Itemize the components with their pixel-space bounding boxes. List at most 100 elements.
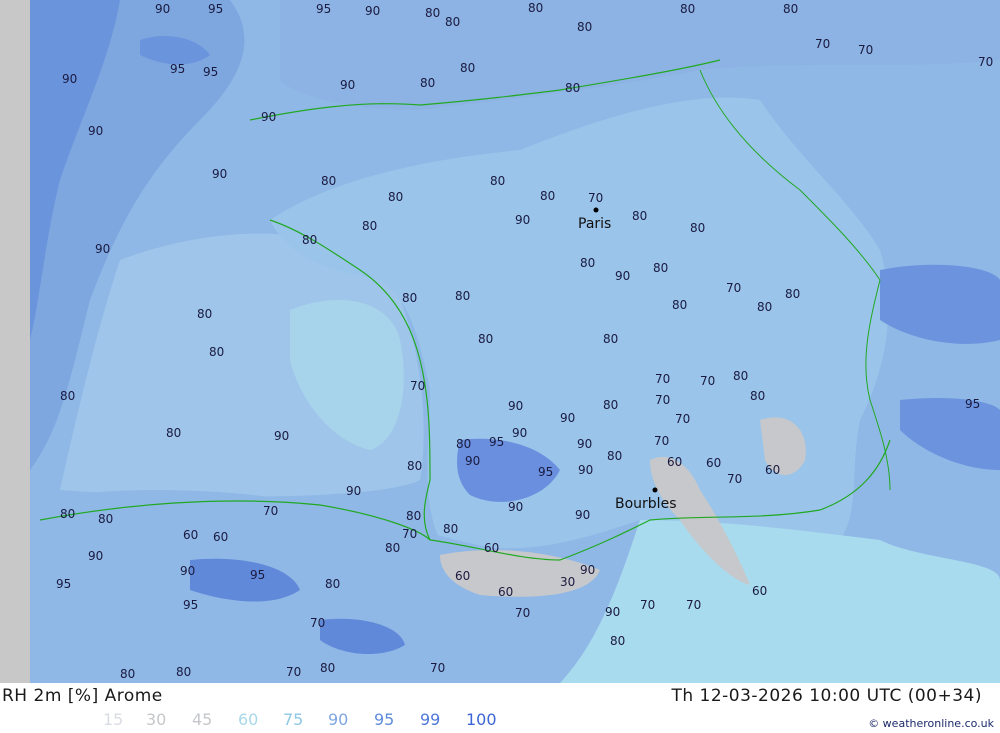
contour-label: 80 (540, 189, 555, 203)
map-frame-left (0, 0, 30, 683)
contour-label: 80 (580, 256, 595, 270)
contour-label: 90 (346, 484, 361, 498)
color-legend: 15 30 45 60 75 90 95 99 100 (0, 710, 700, 730)
contour-label: 80 (565, 81, 580, 95)
contour-label: 90 (605, 605, 620, 619)
contour-label: 70 (402, 527, 417, 541)
contour-label: 80 (321, 174, 336, 188)
contour-label: 80 (420, 76, 435, 90)
contour-label: 60 (667, 455, 682, 469)
contour-label: 80 (425, 6, 440, 20)
contour-label: 95 (316, 2, 331, 16)
contour-label: 90 (88, 549, 103, 563)
legend-item: 95 (374, 710, 395, 729)
contour-label: 95 (170, 62, 185, 76)
city-marker-bourbles (652, 487, 658, 493)
contour-label: 80 (680, 2, 695, 16)
contour-label: 70 (726, 281, 741, 295)
contour-label: 80 (478, 332, 493, 346)
contour-label: 70 (515, 606, 530, 620)
contour-label: 70 (655, 393, 670, 407)
contour-label: 90 (155, 2, 170, 16)
map-footer: RH 2m [%] Arome Th 12-03-2026 10:00 UTC … (0, 683, 1000, 733)
weather-map-page: Paris Bourbles 90 95 95 90 80 80 80 80 80 80 95 95 9… (0, 0, 1000, 733)
legend-item: 15 (103, 710, 124, 729)
contour-label: 80 (672, 298, 687, 312)
contour-label: 80 (455, 289, 470, 303)
contour-label: 70 (588, 191, 603, 205)
contour-label: 90 (88, 124, 103, 138)
contour-label: 70 (858, 43, 873, 57)
contour-label: 60 (484, 541, 499, 555)
contour-label: 80 (460, 61, 475, 75)
contour-label: 70 (640, 598, 655, 612)
contour-label: 90 (212, 167, 227, 181)
contour-label: 80 (443, 522, 458, 536)
legend-item: 45 (192, 710, 213, 729)
contour-label: 95 (203, 65, 218, 79)
contour-label: 90 (577, 437, 592, 451)
map-title: RH 2m [%] Arome (2, 686, 163, 706)
contour-label: 80 (785, 287, 800, 301)
contour-label: 70 (410, 379, 425, 393)
contour-label: 70 (286, 665, 301, 679)
contour-label: 80 (320, 661, 335, 675)
contour-label: 70 (978, 55, 993, 69)
legend-item: 60 (238, 710, 259, 729)
contour-label: 95 (183, 598, 198, 612)
contour-label: 90 (508, 399, 523, 413)
contour-label: 95 (538, 465, 553, 479)
legend-item: 99 (420, 710, 441, 729)
contour-label: 80 (60, 507, 75, 521)
contour-label: 90 (575, 508, 590, 522)
contour-label: 60 (455, 569, 470, 583)
contour-label: 60 (706, 456, 721, 470)
contour-label: 95 (489, 435, 504, 449)
rh-map[interactable]: Paris Bourbles 90 95 95 90 80 80 80 80 80 80 95 95 9… (0, 0, 1000, 683)
contour-label: 70 (686, 598, 701, 612)
contour-label: 90 (515, 213, 530, 227)
credit-link[interactable]: © weatheronline.co.uk (868, 717, 994, 730)
contour-label: 90 (615, 269, 630, 283)
contour-label: 80 (733, 369, 748, 383)
contour-label: 80 (302, 233, 317, 247)
contour-label: 80 (406, 509, 421, 523)
legend-item: 75 (283, 710, 304, 729)
valid-time: Th 12-03-2026 10:00 UTC (00+34) (671, 686, 982, 706)
contour-label: 90 (578, 463, 593, 477)
contour-label: 80 (610, 634, 625, 648)
contour-label: 80 (197, 307, 212, 321)
contour-label: 70 (654, 434, 669, 448)
contour-label: 80 (176, 665, 191, 679)
contour-label: 80 (528, 1, 543, 15)
legend-item: 30 (146, 710, 167, 729)
city-label-paris: Paris (578, 216, 611, 232)
contour-label: 80 (60, 389, 75, 403)
contour-label: 70 (815, 37, 830, 51)
contour-label: 90 (580, 563, 595, 577)
contour-label: 80 (653, 261, 668, 275)
contour-label: 90 (508, 500, 523, 514)
contour-label: 80 (166, 426, 181, 440)
contour-label: 70 (727, 472, 742, 486)
contour-label: 80 (607, 449, 622, 463)
contour-label: 80 (388, 190, 403, 204)
contour-label: 80 (362, 219, 377, 233)
contour-label: 80 (577, 20, 592, 34)
contour-label: 90 (274, 429, 289, 443)
contour-label: 90 (62, 72, 77, 86)
contour-label: 95 (208, 2, 223, 16)
city-label-bourbles: Bourbles (615, 496, 676, 512)
contour-label: 80 (120, 667, 135, 681)
contour-label: 80 (456, 437, 471, 451)
contour-label: 80 (603, 398, 618, 412)
contour-label: 80 (690, 221, 705, 235)
contour-label: 70 (700, 374, 715, 388)
contour-label: 60 (213, 530, 228, 544)
contour-label: 80 (402, 291, 417, 305)
contour-label: 90 (261, 110, 276, 124)
contour-label: 90 (180, 564, 195, 578)
contour-label: 70 (310, 616, 325, 630)
contour-label: 90 (512, 426, 527, 440)
contour-label: 95 (250, 568, 265, 582)
